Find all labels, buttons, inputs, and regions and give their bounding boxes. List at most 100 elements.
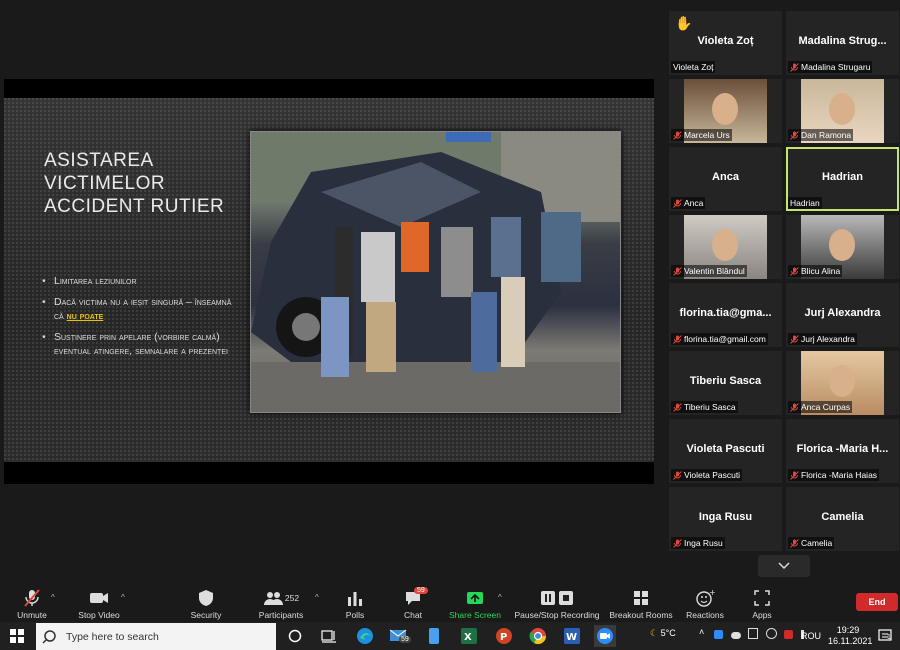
participant-tile[interactable]: Tiberiu Sasca Tiberiu Sasca	[669, 351, 782, 415]
mic-muted-icon	[790, 266, 799, 276]
participant-name: Valentin Blândul	[684, 266, 745, 276]
participant-tile[interactable]: Anca Anca	[669, 147, 782, 211]
edge-taskbar-button[interactable]	[354, 625, 376, 647]
slide-title: ASISTAREA VICTIMELOR ACCIDENT RUTIER	[44, 150, 225, 217]
participants-options-caret[interactable]: ^	[315, 593, 319, 602]
video-options-caret[interactable]: ^	[121, 593, 125, 602]
raised-hand-icon: ✋	[675, 15, 693, 31]
zoom-icon	[597, 628, 613, 644]
chevron-down-icon	[778, 562, 790, 570]
tray-overflow-button[interactable]: ˄	[699, 627, 704, 637]
cloud-tray-icon[interactable]	[730, 632, 741, 639]
audio-options-caret[interactable]: ^	[51, 593, 55, 602]
mail-taskbar-button[interactable]: 59	[388, 625, 411, 647]
participant-name: Hadrian	[790, 198, 820, 208]
participant-face	[829, 93, 855, 125]
apps-label: Apps	[752, 610, 772, 620]
participant-name-label: Camelia	[788, 537, 835, 549]
notifications-button[interactable]: 1	[874, 625, 896, 647]
participant-tile[interactable]: ✋ Violeta Zoț Violeta Zoț	[669, 11, 782, 75]
participant-name-label: Florica -Maria Haias	[788, 469, 880, 481]
powerpoint-taskbar-button[interactable]: P	[493, 625, 515, 647]
chat-button[interactable]: 59 Chat	[398, 585, 428, 622]
mic-muted-icon	[790, 538, 799, 548]
participant-tile[interactable]: Violeta Pascuti Violeta Pascuti	[669, 419, 782, 483]
windows-logo-icon	[10, 629, 24, 643]
share-screen-button[interactable]: Share Screen	[447, 585, 503, 622]
participant-display-name: Florica -Maria H...	[796, 443, 889, 455]
participant-display-name: Jurj Alexandra	[804, 307, 881, 319]
unmute-button[interactable]: Unmute	[10, 585, 54, 622]
mail-badge: 59	[399, 636, 411, 643]
participant-tile[interactable]: Jurj Alexandra Jurj Alexandra	[786, 283, 899, 347]
participant-name-label: Anca	[671, 197, 706, 209]
participant-display-name: Tiberiu Sasca	[689, 375, 762, 387]
chevron-up-icon: ˄	[699, 627, 705, 637]
camera-tray-icon[interactable]	[748, 628, 759, 639]
participant-name: Florica -Maria Haias	[801, 470, 878, 480]
cortana-circle-icon	[288, 629, 302, 643]
participant-name-label: Tiberiu Sasca	[671, 401, 738, 413]
svg-text:+: +	[709, 588, 715, 597]
participant-tile[interactable]: Anca Curpas	[786, 351, 899, 415]
weather-widget[interactable]: ☾ 5°C	[650, 628, 676, 639]
share-options-caret[interactable]: ^	[498, 593, 502, 602]
end-meeting-button[interactable]: End	[856, 593, 898, 611]
participants-count: 252	[284, 593, 300, 603]
reactions-button[interactable]: + Reactions	[684, 585, 726, 622]
search-placeholder: Type here to search	[66, 630, 159, 643]
moon-icon: ☾	[650, 628, 659, 638]
security-button[interactable]: Security	[186, 585, 226, 622]
mic-muted-icon	[790, 130, 799, 140]
pause-stop-recording-button[interactable]: Pause/Stop Recording	[514, 585, 600, 622]
mic-muted-icon	[790, 62, 799, 72]
participant-display-name: Camelia	[821, 511, 864, 523]
apps-button[interactable]: Apps	[746, 585, 778, 622]
participant-tile[interactable]: Florica -Maria H... Florica -Maria Haias	[786, 419, 899, 483]
pdf-tray-icon[interactable]	[784, 630, 794, 639]
mic-muted-icon	[24, 589, 40, 607]
phone-taskbar-button[interactable]	[423, 625, 445, 647]
participant-name-label: Dan Ramona	[788, 129, 854, 141]
windows-start-button[interactable]	[6, 625, 28, 647]
participant-tile[interactable]: Valentin Blândul	[669, 215, 782, 279]
task-view-icon-button[interactable]	[318, 625, 340, 647]
slide-bullets: Limitarea leziunilor Dacă victima nu a i…	[42, 274, 242, 365]
participant-tile[interactable]: Camelia Camelia	[786, 487, 899, 551]
participant-face	[712, 229, 738, 261]
clock-time: 19:29	[836, 625, 860, 635]
polls-button[interactable]: Polls	[340, 585, 370, 622]
task-view-button[interactable]	[284, 625, 306, 647]
mic-muted-icon	[673, 470, 682, 480]
participant-name: Madalina Strugaru	[801, 62, 871, 72]
zoom-tray-icon[interactable]	[714, 630, 723, 639]
participant-name-label: Madalina Strugaru	[788, 61, 873, 73]
breakout-rooms-button[interactable]: Breakout Rooms	[608, 585, 674, 622]
clock-date: 16.11.2021	[828, 636, 873, 646]
participant-tile[interactable]: Dan Ramona	[786, 79, 899, 143]
participants-button[interactable]: 252 Participants	[256, 585, 306, 622]
input-language-indicator[interactable]: ROU	[801, 631, 821, 641]
participant-tile[interactable]: Madalina Strug... Madalina Strugaru	[786, 11, 899, 75]
bullet-1: Limitarea leziunilor	[42, 274, 242, 288]
participant-tile[interactable]: Inga Rusu Inga Rusu	[669, 487, 782, 551]
participant-tile[interactable]: florina.tia@gma... florina.tia@gmail.com	[669, 283, 782, 347]
gallery-scroll-down-button[interactable]	[758, 555, 810, 577]
participant-tile[interactable]: Hadrian Hadrian	[786, 147, 899, 211]
clock[interactable]: 19:29 16.11.2021	[828, 625, 873, 647]
system-tray-icons	[714, 628, 813, 641]
taskbar-search-box[interactable]: Type here to search	[36, 623, 276, 650]
participant-tile[interactable]: Blicu Alina	[786, 215, 899, 279]
stop-video-button[interactable]: Stop Video	[74, 585, 124, 622]
excel-taskbar-button[interactable]: X	[458, 625, 480, 647]
participant-name: Marcela Urs	[684, 130, 730, 140]
svg-text:P: P	[500, 632, 507, 643]
zoom-taskbar-button[interactable]	[594, 625, 616, 647]
network-tray-icon[interactable]	[765, 628, 777, 639]
participant-tile[interactable]: Marcela Urs	[669, 79, 782, 143]
word-taskbar-button[interactable]: W	[561, 625, 583, 647]
recording-label: Pause/Stop Recording	[514, 610, 600, 620]
participant-name: florina.tia@gmail.com	[684, 334, 766, 344]
chrome-taskbar-button[interactable]	[527, 625, 549, 647]
stop-video-label: Stop Video	[78, 610, 120, 620]
